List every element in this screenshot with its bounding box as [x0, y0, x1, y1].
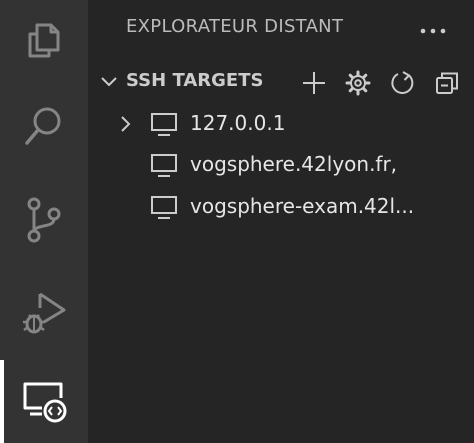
remote-explorer-icon	[23, 382, 67, 422]
ssh-targets-section-header[interactable]: SSH TARGETS	[88, 62, 474, 102]
section-title: SSH TARGETS	[126, 70, 264, 91]
chevron-down-icon	[101, 77, 117, 87]
activity-search[interactable]	[0, 86, 88, 166]
gear-icon	[345, 70, 371, 96]
ssh-target-item[interactable]: 127.0.0.1	[88, 104, 474, 144]
remote-explorer-sidebar: EXPLORATEUR DISTANT SSH TARGETS 127.0.0.…	[88, 0, 474, 443]
activity-source-control[interactable]	[0, 180, 88, 260]
view-title: EXPLORATEUR DISTANT	[126, 16, 344, 37]
run-debug-icon	[23, 292, 66, 334]
ssh-target-item[interactable]: vogsphere.42lyon.fr,	[88, 145, 474, 185]
ssh-target-item[interactable]: vogsphere-exam.42l...	[88, 187, 474, 227]
ellipsis-icon	[420, 28, 446, 34]
monitor-icon	[151, 196, 177, 219]
more-actions-button[interactable]	[418, 16, 448, 46]
add-target-button[interactable]	[299, 68, 329, 98]
collapse-all-icon	[436, 72, 458, 94]
source-control-icon	[27, 197, 61, 243]
refresh-button[interactable]	[388, 68, 418, 98]
chevron-right-icon[interactable]	[116, 114, 136, 134]
configure-button[interactable]	[343, 68, 373, 98]
activity-explorer[interactable]	[0, 0, 88, 80]
search-icon	[25, 107, 61, 145]
activity-remote-explorer[interactable]	[0, 360, 88, 443]
collapse-all-button[interactable]	[432, 68, 462, 98]
monitor-icon	[151, 154, 177, 177]
add-icon	[303, 72, 325, 94]
monitor-icon	[151, 113, 177, 136]
activity-bar	[0, 0, 88, 443]
vscode-window: EXPLORATEUR DISTANT SSH TARGETS 127.0.0.…	[0, 0, 474, 443]
files-icon	[28, 23, 60, 58]
activity-run-debug[interactable]	[0, 272, 88, 352]
ssh-target-label: vogsphere.42lyon.fr,	[190, 152, 398, 176]
ssh-target-label: vogsphere-exam.42l...	[190, 194, 415, 218]
ssh-target-label: 127.0.0.1	[190, 111, 286, 135]
refresh-icon	[391, 71, 414, 94]
